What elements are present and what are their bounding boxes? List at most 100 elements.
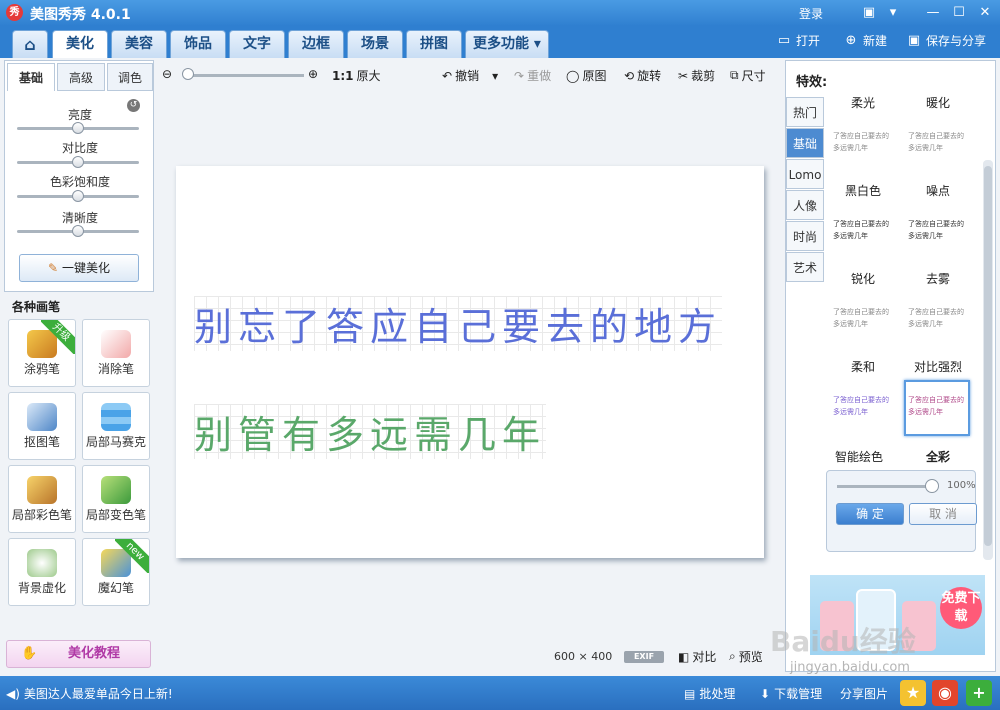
effect-full-color[interactable]: 全彩 <box>926 448 950 465</box>
tab-beauty[interactable]: 美容 <box>111 30 167 58</box>
eraser-tool[interactable]: 消除笔 <box>82 319 150 387</box>
home-icon[interactable]: ⌂ <box>12 30 48 58</box>
zoom-slider[interactable] <box>184 74 304 77</box>
crop-button[interactable]: ✂ 裁剪 <box>678 67 715 84</box>
effects-scrollbar-thumb[interactable] <box>984 166 992 546</box>
message-icon[interactable]: ▣ <box>858 3 880 23</box>
wand-icon: ✎ <box>48 261 59 275</box>
magic-brush-tool[interactable]: 魔幻笔 new <box>82 538 150 606</box>
effect-high-contrast[interactable]: 对比强烈 了答应自己要去的 多远需几年 <box>904 358 972 436</box>
resize-button[interactable]: ⧉ 尺寸 <box>730 67 766 84</box>
star-icon[interactable]: ★ <box>900 680 926 706</box>
brightness-thumb[interactable] <box>72 122 84 134</box>
sharpness-label: 清晰度 <box>61 211 98 225</box>
tutorial-button[interactable]: ✋ 美化教程 <box>6 640 151 668</box>
original-button[interactable]: ◯ 原图 <box>566 67 606 84</box>
close-icon[interactable]: ✕ <box>974 3 996 23</box>
category-lomo[interactable]: Lomo <box>786 159 824 189</box>
open-button[interactable]: ▭ 打开 <box>776 32 820 49</box>
tab-collage[interactable]: 拼图 <box>406 30 462 58</box>
tab-text[interactable]: 文字 <box>229 30 285 58</box>
tab-scene[interactable]: 场景 <box>347 30 403 58</box>
effect-strength-slider[interactable] <box>837 485 937 488</box>
undo-button[interactable]: ↶ 撤销 ▾ <box>442 67 498 84</box>
cutout-tool[interactable]: 抠图笔 <box>8 392 76 460</box>
category-portrait[interactable]: 人像 <box>786 190 824 220</box>
download-manager-button[interactable]: ⬇ 下载管理 <box>760 685 822 702</box>
tab-color-tone[interactable]: 调色 <box>107 63 153 91</box>
mosaic-tool[interactable]: 局部马赛克 <box>82 392 150 460</box>
effect-warm[interactable]: 暖化 了答应自己要去的 多远需几年 <box>904 94 972 172</box>
new-button[interactable]: ⊕ 新建 <box>843 32 887 49</box>
zoom-in-icon[interactable]: ⊕ <box>308 67 318 81</box>
rotate-button[interactable]: ⟲ 旋转 <box>624 67 661 84</box>
effect-soft-light[interactable]: 柔光 了答应自己要去的 多远需几年 <box>829 94 897 172</box>
category-basic[interactable]: 基础 <box>786 128 824 158</box>
tab-frame[interactable]: 边框 <box>288 30 344 58</box>
redo-button[interactable]: ↷ 重做 <box>514 67 551 84</box>
contrast-slider[interactable] <box>17 156 139 168</box>
brightness-slider[interactable] <box>17 122 139 134</box>
compare-button[interactable]: ◧ 对比 <box>678 648 716 665</box>
contrast-label: 对比度 <box>61 141 98 155</box>
skin-icon[interactable]: ▾ <box>882 3 904 23</box>
share-image-button[interactable]: 分享图片 <box>840 685 888 702</box>
tab-beautify[interactable]: 美化 <box>52 30 108 58</box>
rotate-icon: ⟲ <box>624 68 635 83</box>
zoom-out-icon[interactable]: ⊖ <box>162 67 172 81</box>
login-link[interactable]: 登录 <box>799 5 823 22</box>
doodle-brush-tool[interactable]: 涂鸦笔 升级 <box>8 319 76 387</box>
effect-soft[interactable]: 柔和 了答应自己要去的 多远需几年 <box>829 358 897 436</box>
batch-button[interactable]: ▤ 批处理 <box>684 685 735 702</box>
sharpness-slider[interactable] <box>17 225 139 237</box>
category-art[interactable]: 艺术 <box>786 252 824 282</box>
contrast-thumb[interactable] <box>72 156 84 168</box>
undo-label: 撤销 <box>455 69 480 83</box>
category-hot[interactable]: 热门 <box>786 97 824 127</box>
upgrade-badge: 升级 <box>41 320 75 354</box>
open-label: 打开 <box>796 34 821 48</box>
tab-more[interactable]: 更多功能 ▾ <box>465 30 549 58</box>
effect-noise[interactable]: 噪点 了答应自己要去的 多远需几年 <box>904 182 972 260</box>
tab-advanced[interactable]: 高级 <box>57 63 105 91</box>
tab-accessories[interactable]: 饰品 <box>170 30 226 58</box>
cancel-button[interactable]: 取 消 <box>909 503 977 525</box>
saturation-slider[interactable] <box>17 190 139 202</box>
recolor-brush-tool[interactable]: 局部变色笔 <box>82 465 150 533</box>
effect-black-white[interactable]: 黑白色 了答应自己要去的 多远需几年 <box>829 182 897 260</box>
sharpness-thumb[interactable] <box>72 225 84 237</box>
maximize-icon[interactable]: ☐ <box>948 3 970 23</box>
minimize-icon[interactable]: — <box>922 3 944 23</box>
color-brush-tool[interactable]: 局部彩色笔 <box>8 465 76 533</box>
saturation-thumb[interactable] <box>72 190 84 202</box>
effect-smart-color[interactable]: 智能绘色 <box>835 448 883 465</box>
background-blur-tool[interactable]: 背景虚化 <box>8 538 76 606</box>
save-share-button[interactable]: ▣ 保存与分享 <box>906 32 986 49</box>
baidu-watermark: Baidu经验 <box>770 625 916 658</box>
zoom-ratio: 1:1 <box>332 68 354 83</box>
preview-button[interactable]: ⌕ 预览 <box>729 648 763 665</box>
magic-brush-label: 魔幻笔 <box>97 581 134 595</box>
original-size-button[interactable]: 1:1 原大 <box>332 67 381 84</box>
undo-icon: ↶ <box>442 68 453 83</box>
effect-dehaze[interactable]: 去雾 了答应自己要去的 多远需几年 <box>904 270 972 348</box>
effect-strength-value: 100% <box>947 480 976 491</box>
color-brush-icon <box>27 476 57 504</box>
news-ticker[interactable]: ◀) 美图达人最爱单品今日上新! <box>6 685 173 702</box>
image-canvas[interactable]: 别忘了答应自己要去的地方 别管有多远需几年 <box>176 166 764 558</box>
add-icon[interactable]: + <box>966 680 992 706</box>
zoom-thumb[interactable] <box>182 68 194 80</box>
canvas-text-line-2: 别管有多远需几年 <box>194 404 547 459</box>
confirm-button[interactable]: 确 定 <box>836 503 904 525</box>
effect-sharpen[interactable]: 锐化 了答应自己要去的 多远需几年 <box>829 270 897 348</box>
category-fashion[interactable]: 时尚 <box>786 221 824 251</box>
tab-basic[interactable]: 基础 <box>7 63 55 91</box>
image-height: 400 <box>591 650 613 663</box>
baidu-watermark-url: jingyan.baidu.com <box>790 660 910 675</box>
one-key-beautify-button[interactable]: ✎ 一键美化 <box>19 254 139 282</box>
weibo-icon[interactable]: ◉ <box>932 680 958 706</box>
effect-strength-thumb[interactable] <box>925 479 939 493</box>
exif-button[interactable]: EXIF <box>624 651 664 663</box>
cutout-pen-icon <box>27 403 57 431</box>
news-text: 美图达人最爱单品今日上新! <box>23 687 173 701</box>
